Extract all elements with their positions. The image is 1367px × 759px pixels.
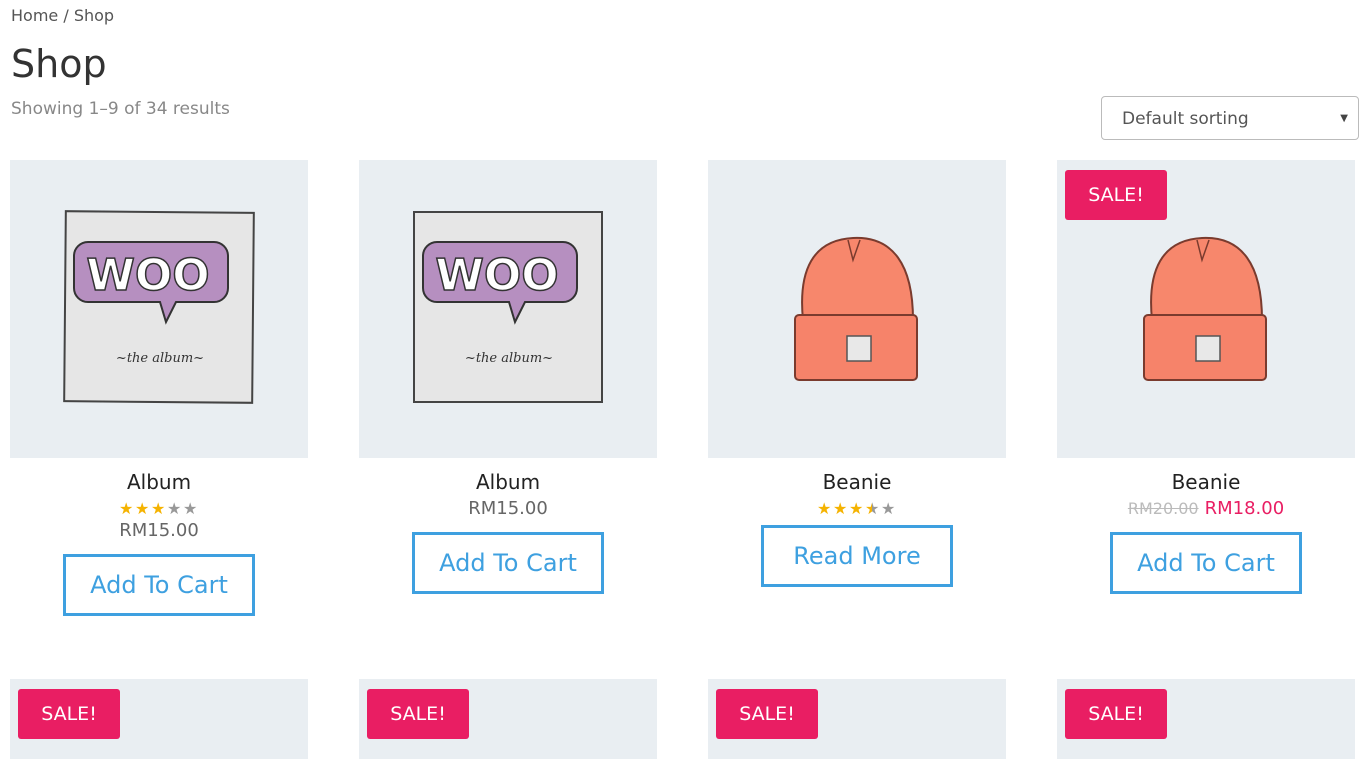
result-count: Showing 1–9 of 34 results <box>11 99 230 119</box>
svg-text:★: ★ <box>183 500 197 516</box>
add-to-cart-button[interactable]: Add To Cart <box>412 532 604 594</box>
svg-text:★: ★ <box>833 500 847 516</box>
breadcrumb-separator: / <box>58 6 74 25</box>
product-image[interactable]: WOO ~the album~ <box>359 160 657 458</box>
product-image[interactable]: SALE! <box>10 679 308 759</box>
svg-text:★: ★ <box>135 500 149 516</box>
product-card: SALE! <box>1057 679 1355 759</box>
sale-badge: SALE! <box>367 689 469 739</box>
product-card: WOO ~the album~ Album RM15.00 Add To Car… <box>359 160 657 594</box>
sale-badge: SALE! <box>716 689 818 739</box>
woo-album-icon: WOO ~the album~ <box>413 211 603 403</box>
sale-badge: SALE! <box>1065 170 1167 220</box>
product-card: SALE! <box>359 679 657 759</box>
sorting-selected-value: Default sorting <box>1122 109 1249 129</box>
product-price: RM15.00 <box>468 498 548 519</box>
sale-badge: SALE! <box>1065 689 1167 739</box>
svg-text:★: ★ <box>817 500 831 516</box>
add-to-cart-button[interactable]: Add To Cart <box>1110 532 1302 594</box>
product-card: SALE! <box>10 679 308 759</box>
product-price: RM15.00 <box>119 520 199 541</box>
star-rating: ★ ★ ★ ★ ★ <box>708 500 1006 516</box>
product-card: WOO ~the album~ Album ★ ★ ★ ★ ★ RM15.00 Add … <box>10 160 308 616</box>
woo-album-icon: WOO ~the album~ <box>63 210 255 404</box>
product-title[interactable]: Album <box>10 470 308 494</box>
product-image[interactable]: SALE! <box>708 679 1006 759</box>
star-rating: ★ ★ ★ ★ ★ <box>10 500 308 516</box>
svg-text:★: ★ <box>119 500 133 516</box>
svg-text:★: ★ <box>865 500 879 516</box>
breadcrumb: Home / Shop <box>11 6 114 25</box>
product-image[interactable]: SALE! <box>1057 160 1355 458</box>
svg-text:★: ★ <box>167 500 181 516</box>
beanie-icon <box>794 236 918 381</box>
star-rating-icon: ★ ★ ★ ★ ★ <box>119 500 197 516</box>
breadcrumb-current: Shop <box>73 6 115 25</box>
product-title[interactable]: Beanie <box>1057 470 1355 494</box>
sorting-select[interactable]: Default sorting ▼ <box>1101 96 1359 140</box>
product-card: SALE! Beanie RM20.00 RM18.00 Add To Cart <box>1057 160 1355 594</box>
sale-badge: SALE! <box>18 689 120 739</box>
read-more-button[interactable]: Read More <box>761 525 953 587</box>
svg-text:~the album~: ~the album~ <box>116 351 204 366</box>
product-card: SALE! <box>708 679 1006 759</box>
star-rating-icon: ★ ★ ★ ★ ★ <box>817 500 895 516</box>
product-title[interactable]: Beanie <box>708 470 1006 494</box>
product-image[interactable]: SALE! <box>1057 679 1355 759</box>
svg-text:★: ★ <box>151 500 165 516</box>
add-to-cart-button[interactable]: Add To Cart <box>63 554 255 616</box>
dropdown-caret-icon: ▼ <box>1340 113 1348 124</box>
product-image[interactable]: WOO ~the album~ <box>10 160 308 458</box>
product-image[interactable]: SALE! <box>359 679 657 759</box>
product-price: RM20.00 RM18.00 <box>1057 498 1355 519</box>
svg-text:★: ★ <box>849 500 863 516</box>
product-title[interactable]: Album <box>359 470 657 494</box>
product-card: Beanie ★ ★ ★ ★ ★ Read More <box>708 160 1006 587</box>
svg-text:~the album~: ~the album~ <box>465 351 553 366</box>
page-title: Shop <box>11 42 107 86</box>
svg-text:WOO: WOO <box>435 250 558 301</box>
sale-price: RM18.00 <box>1204 498 1285 519</box>
breadcrumb-home-link[interactable]: Home <box>11 6 58 25</box>
svg-text:WOO: WOO <box>86 250 209 301</box>
old-price: RM20.00 <box>1127 499 1199 518</box>
svg-text:★: ★ <box>881 500 895 516</box>
product-image[interactable] <box>708 160 1006 458</box>
